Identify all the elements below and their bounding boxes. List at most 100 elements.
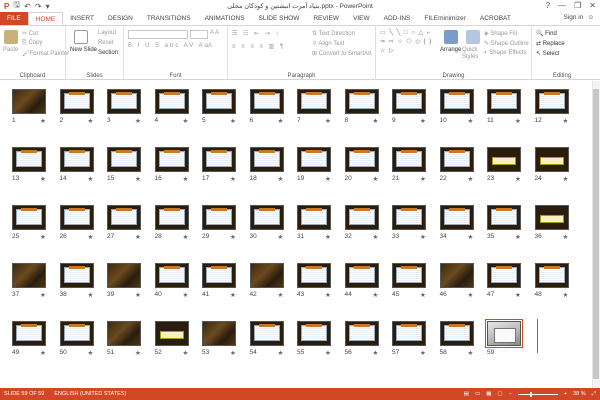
- slide-thumbnail[interactable]: [154, 263, 189, 288]
- transition-star-icon[interactable]: ★: [135, 175, 141, 183]
- slide-thumbnail[interactable]: [202, 205, 236, 230]
- scrollbar-thumb[interactable]: [593, 89, 599, 379]
- reset-button[interactable]: Reset: [98, 40, 114, 46]
- transition-star-icon[interactable]: ★: [230, 175, 236, 183]
- transition-star-icon[interactable]: ★: [88, 291, 94, 299]
- slide-thumbnail[interactable]: [392, 321, 426, 346]
- transition-star-icon[interactable]: ★: [420, 117, 426, 125]
- transition-star-icon[interactable]: ★: [373, 233, 379, 241]
- font-size-combo[interactable]: [190, 30, 208, 39]
- slide-thumbnail[interactable]: [534, 147, 569, 172]
- tab-design[interactable]: DESIGN: [101, 12, 140, 25]
- transition-star-icon[interactable]: ★: [40, 291, 46, 299]
- slide-thumbnail[interactable]: [59, 205, 94, 230]
- transition-star-icon[interactable]: ★: [468, 291, 474, 299]
- slide-thumbnail[interactable]: [297, 89, 331, 114]
- slide-thumbnail[interactable]: [392, 147, 426, 172]
- transition-star-icon[interactable]: ★: [563, 233, 569, 241]
- slide-thumbnail[interactable]: [487, 263, 521, 288]
- slide-thumbnail[interactable]: [59, 147, 94, 172]
- transition-star-icon[interactable]: ★: [515, 233, 521, 241]
- slide-thumbnail[interactable]: [439, 205, 474, 230]
- slide-thumbnail[interactable]: [392, 263, 426, 288]
- transition-star-icon[interactable]: ★: [278, 291, 284, 299]
- slide-thumbnail[interactable]: [297, 321, 331, 346]
- transition-star-icon[interactable]: ★: [183, 175, 189, 183]
- slide-thumbnail[interactable]: [12, 147, 46, 172]
- slide-thumbnail[interactable]: [344, 263, 379, 288]
- list-buttons[interactable]: ☰ ☷ ⇤ ⇥ ↕: [232, 30, 280, 37]
- copy-button[interactable]: ⎘ Copy: [22, 40, 42, 47]
- new-slide-icon[interactable]: [74, 30, 88, 44]
- slide-thumbnail[interactable]: [12, 321, 46, 346]
- transition-star-icon[interactable]: ★: [183, 233, 189, 241]
- slide-thumbnail[interactable]: [392, 89, 426, 114]
- transition-star-icon[interactable]: ★: [563, 175, 569, 183]
- close-button[interactable]: ✕: [589, 1, 596, 10]
- transition-star-icon[interactable]: ★: [325, 291, 331, 299]
- transition-star-icon[interactable]: ★: [468, 349, 474, 357]
- zoom-level[interactable]: 38 %: [573, 391, 586, 397]
- slide-thumbnail[interactable]: [487, 89, 521, 114]
- slide-thumbnail[interactable]: [59, 89, 94, 114]
- zoom-slider[interactable]: [517, 391, 558, 397]
- tab-home[interactable]: HOME: [27, 12, 64, 25]
- slide-thumbnail[interactable]: [12, 205, 46, 230]
- transition-star-icon[interactable]: ★: [468, 117, 474, 125]
- reading-view-icon[interactable]: ▢: [497, 391, 502, 397]
- transition-star-icon[interactable]: ★: [373, 349, 379, 357]
- slide-thumbnail[interactable]: [107, 147, 141, 172]
- shapes-gallery[interactable]: ▭ ╲ ╲ □ ○ △ ⌐ ⇒ ⇨ ☆ ⬠ ◇ { } ☆ ▷: [380, 29, 438, 59]
- slide-thumbnail[interactable]: [439, 263, 474, 288]
- slide-thumbnail[interactable]: [107, 205, 141, 230]
- tab-review[interactable]: REVIEW: [306, 12, 346, 25]
- transition-star-icon[interactable]: ★: [88, 233, 94, 241]
- quick-styles-icon[interactable]: [466, 30, 480, 44]
- align-text-button[interactable]: ⇳ Align Text: [312, 40, 344, 47]
- shape-fill-button[interactable]: ◈ Shape Fill: [484, 30, 517, 37]
- tab-slide-show[interactable]: SLIDE SHOW: [252, 12, 307, 25]
- minimize-button[interactable]: —: [558, 1, 566, 10]
- sign-in-link[interactable]: Sign in: [563, 14, 583, 21]
- transition-star-icon[interactable]: ★: [563, 291, 569, 299]
- transition-star-icon[interactable]: ★: [135, 291, 141, 299]
- find-button[interactable]: 🔍 Find: [536, 30, 557, 37]
- tab-transitions[interactable]: TRANSITIONS: [140, 12, 198, 25]
- slide-thumbnail[interactable]: [202, 147, 236, 172]
- transition-star-icon[interactable]: ★: [325, 117, 331, 125]
- transition-star-icon[interactable]: ★: [515, 175, 521, 183]
- slide-thumbnail[interactable]: [392, 205, 426, 230]
- transition-star-icon[interactable]: ★: [40, 233, 46, 241]
- slide-thumbnail[interactable]: [202, 321, 236, 346]
- transition-star-icon[interactable]: ★: [278, 349, 284, 357]
- help-button[interactable]: ?: [546, 1, 550, 10]
- transition-star-icon[interactable]: ★: [40, 117, 46, 125]
- slide-thumbnail[interactable]: [297, 147, 331, 172]
- slide-thumbnail[interactable]: [249, 321, 284, 346]
- smiley-icon[interactable]: ☺: [587, 14, 594, 21]
- transition-star-icon[interactable]: ★: [325, 233, 331, 241]
- select-button[interactable]: ↖ Select: [536, 50, 559, 57]
- transition-star-icon[interactable]: ★: [468, 175, 474, 183]
- slide-thumbnail[interactable]: [107, 263, 141, 288]
- slide-thumbnail[interactable]: [344, 89, 379, 114]
- tab-file[interactable]: FILE: [0, 12, 28, 25]
- slide-thumbnail[interactable]: [534, 205, 569, 230]
- transition-star-icon[interactable]: ★: [135, 117, 141, 125]
- tab-acrobat[interactable]: ACROBAT: [473, 12, 518, 25]
- tab-insert[interactable]: INSERT: [63, 12, 101, 25]
- slide-thumbnail[interactable]: [344, 205, 379, 230]
- slide-thumbnail[interactable]: [154, 205, 189, 230]
- transition-star-icon[interactable]: ★: [88, 349, 94, 357]
- slide-sorter-view-icon[interactable]: ▦: [486, 391, 491, 397]
- normal-view-icon[interactable]: ▭: [475, 391, 480, 397]
- slide-thumbnail[interactable]: [249, 89, 284, 114]
- notes-icon[interactable]: ▤: [464, 391, 469, 397]
- slide-thumbnail[interactable]: [202, 89, 236, 114]
- font-format-buttons[interactable]: B I U S abc AV Aa: [128, 43, 210, 49]
- slide-thumbnail[interactable]: [487, 147, 521, 172]
- slide-thumbnail[interactable]: [12, 89, 46, 114]
- slide-thumbnail[interactable]: [344, 321, 379, 346]
- text-direction-button[interactable]: ⇅ Text Direction: [312, 30, 355, 37]
- slide-thumbnail[interactable]: [534, 263, 569, 288]
